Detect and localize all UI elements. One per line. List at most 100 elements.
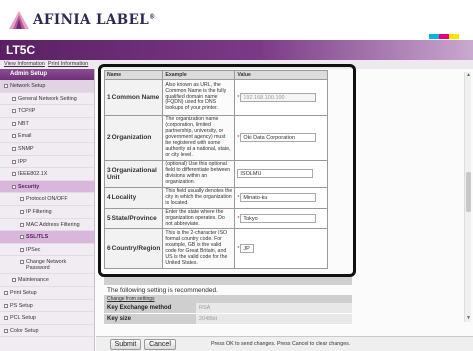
field-example: The organization name (corporation, limi… bbox=[162, 115, 236, 161]
change-settings-link[interactable]: Change from settings bbox=[104, 295, 352, 303]
expand-box-icon[interactable] bbox=[12, 121, 16, 126]
sidebar-item-change-network[interactable]: Change Network Password bbox=[0, 256, 94, 275]
sidebar-item-ssl-tls[interactable]: SSL/TLS bbox=[0, 231, 94, 244]
sidebar-item-color-setup[interactable]: Color Setup bbox=[0, 325, 94, 338]
recommend-note: The following setting is recommended. bbox=[107, 287, 218, 294]
sidebar-item-label: Protocol ON/OFF bbox=[26, 196, 68, 203]
table-row: 6Country/Region This is the 2-character I… bbox=[103, 228, 328, 270]
field-name-cell: 4Locality bbox=[103, 186, 164, 209]
sidebar-item-ps-setup[interactable]: PS Setup bbox=[0, 300, 94, 313]
sidebar-item-ieee802-1x[interactable]: IEEE802.1X bbox=[0, 168, 94, 181]
afinia-logo-icon bbox=[9, 11, 29, 29]
expand-box-icon[interactable] bbox=[4, 84, 8, 88]
expand-box-icon[interactable] bbox=[20, 247, 24, 252]
submit-button[interactable]: Submit bbox=[110, 339, 141, 350]
sidebar-item-ipp[interactable]: IPP bbox=[0, 156, 94, 169]
print-information-link[interactable]: Print Information bbox=[48, 61, 88, 67]
expand-box-icon[interactable] bbox=[12, 146, 16, 151]
sidebar-item-label: Color Setup bbox=[10, 327, 39, 334]
key-exchange-value: RSA bbox=[196, 303, 352, 313]
sidebar-item-label: TCP/IP bbox=[18, 108, 36, 115]
expand-box-icon[interactable] bbox=[12, 134, 16, 139]
value-input[interactable]: Tokyo bbox=[240, 214, 317, 224]
cancel-button[interactable]: Cancel bbox=[144, 339, 176, 350]
expand-box-icon[interactable] bbox=[4, 290, 8, 295]
field-value-cell: * 192.168.100.100 bbox=[234, 79, 328, 116]
required-mark: * bbox=[237, 245, 240, 252]
scroll-up-icon[interactable]: ▲ bbox=[465, 72, 472, 79]
value-input[interactable]: ISOLMU bbox=[237, 169, 314, 179]
view-information-link[interactable]: View Information bbox=[4, 61, 45, 67]
expand-box-icon[interactable] bbox=[20, 260, 24, 265]
field-name: Organization bbox=[111, 134, 152, 142]
sidebar-item-ipsec[interactable]: IPSec bbox=[0, 244, 94, 257]
sidebar-item-maintenance[interactable]: Maintenance bbox=[0, 274, 94, 287]
expand-box-icon[interactable] bbox=[20, 197, 24, 202]
table-row: 4Locality This field usually denotes the … bbox=[103, 186, 328, 209]
expand-box-icon[interactable] bbox=[12, 278, 16, 283]
field-example: This field usually denotes the city in w… bbox=[162, 186, 236, 209]
field-example: Also known as URL, the Common Name is th… bbox=[162, 79, 236, 116]
sidebar-item-nbt[interactable]: NBT bbox=[0, 118, 94, 131]
sidebar-item-general-network-setting[interactable]: General Network Setting bbox=[0, 93, 94, 106]
expand-box-icon[interactable] bbox=[12, 109, 16, 114]
field-name-cell: 3Organizational Unit bbox=[103, 159, 164, 188]
table-row: 1Common Name Also known as URL, the Commo… bbox=[103, 79, 328, 116]
sidebar-header[interactable]: Admin Setup bbox=[0, 69, 94, 80]
sidebar-item-protocol-on-off[interactable]: Protocol ON/OFF bbox=[0, 193, 94, 206]
expand-box-icon[interactable] bbox=[12, 172, 16, 177]
row-number: 2 bbox=[107, 134, 111, 142]
expand-box-icon[interactable] bbox=[4, 328, 8, 333]
field-value-cell: * Oki Data Corporation bbox=[234, 115, 328, 161]
expand-box-icon[interactable] bbox=[20, 222, 24, 227]
app-title: LT5C bbox=[0, 40, 473, 60]
row-number: 4 bbox=[107, 194, 111, 202]
sidebar-item-ip-filtering[interactable]: IP Filtering bbox=[0, 206, 94, 219]
sidebar-item-tcp-ip[interactable]: TCP/IP bbox=[0, 105, 94, 118]
value-input[interactable]: Minato-ku bbox=[240, 193, 317, 203]
value-wrap: * Tokyo bbox=[237, 214, 325, 224]
sidebar-item-label: SNMP bbox=[18, 145, 34, 152]
sidebar-item-mac-address-filtering[interactable]: MAC Address Filtering bbox=[0, 219, 94, 232]
expand-box-icon[interactable] bbox=[4, 303, 8, 308]
app-window: AFINIA LABEL® LT5C View Information Print… bbox=[0, 0, 473, 351]
expand-box-icon[interactable] bbox=[12, 159, 16, 164]
scroll-thumb[interactable] bbox=[466, 172, 471, 212]
section-bar bbox=[104, 277, 352, 285]
value-input: 192.168.100.100 bbox=[240, 93, 317, 102]
sidebar-item-label: NBT bbox=[18, 120, 29, 127]
sidebar-item-network-setup[interactable]: Network Setup bbox=[0, 80, 94, 93]
key-size-label: Key size bbox=[104, 314, 196, 324]
key-settings: The following setting is recommended. Ch… bbox=[104, 277, 352, 325]
field-example: (optional) Use this optional field to di… bbox=[162, 159, 236, 188]
value-wrap: * Minato-ku bbox=[237, 193, 325, 203]
value-input[interactable]: JP bbox=[240, 244, 255, 254]
field-name: Organizational Unit bbox=[107, 166, 157, 181]
table-row: 2Organization The organization name (corp… bbox=[103, 115, 328, 161]
key-size-row: Key size 2048bit bbox=[104, 314, 352, 325]
sidebar-item-label: Print Setup bbox=[10, 289, 37, 296]
sidebar-item-label: Email bbox=[18, 133, 32, 140]
sidebar-item-pcl-setup[interactable]: PCL Setup bbox=[0, 312, 94, 325]
value-input[interactable]: Oki Data Corporation bbox=[240, 133, 317, 143]
vertical-scrollbar[interactable]: ▲ ▼ bbox=[464, 72, 471, 322]
expand-box-icon[interactable] bbox=[12, 96, 16, 101]
expand-box-icon[interactable] bbox=[20, 209, 24, 214]
value-wrap: * JP bbox=[237, 244, 325, 254]
certificate-fields-table: Name Example Value 1Common Name Also know… bbox=[103, 70, 328, 270]
sidebar-item-snmp[interactable]: SNMP bbox=[0, 143, 94, 156]
sidebar-list: Network Setup General Network Setting TCP/… bbox=[0, 80, 94, 338]
sidebar-item-label-line2: Password bbox=[26, 265, 50, 272]
sidebar-item-print-setup[interactable]: Print Setup bbox=[0, 287, 94, 300]
sidebar-item-security[interactable]: Security bbox=[0, 180, 94, 194]
sidebar-item-email[interactable]: Email bbox=[0, 130, 94, 143]
scroll-down-icon[interactable]: ▼ bbox=[465, 315, 472, 322]
field-value-cell: * JP bbox=[234, 228, 328, 270]
expand-box-icon[interactable] bbox=[4, 316, 8, 321]
field-value-cell: ISOLMU bbox=[234, 159, 328, 188]
table-row: 3Organizational Unit (optional) Use this … bbox=[103, 159, 328, 188]
expand-box-icon[interactable] bbox=[12, 184, 16, 189]
sidebar-item-label: MAC Address Filtering bbox=[26, 221, 80, 228]
required-mark: * bbox=[237, 134, 240, 141]
expand-box-icon[interactable] bbox=[20, 235, 24, 240]
